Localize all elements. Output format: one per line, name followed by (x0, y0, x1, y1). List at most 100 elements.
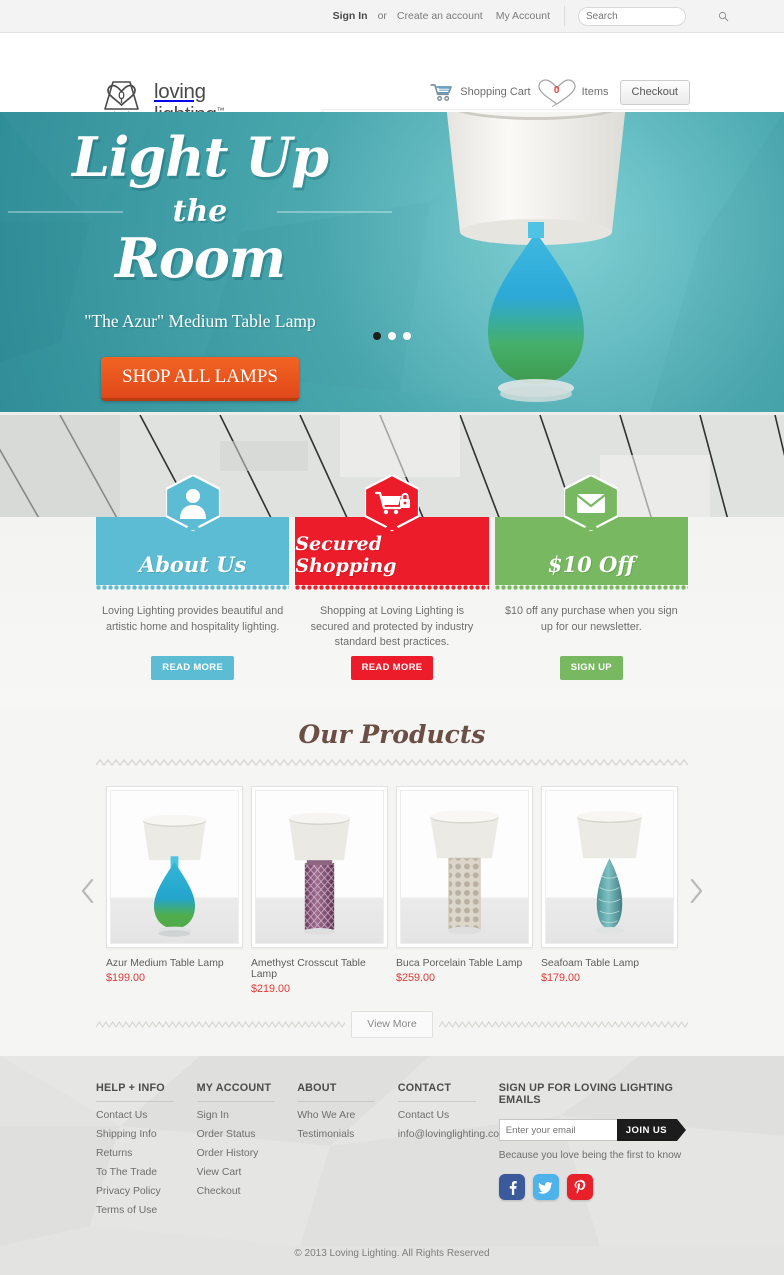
cart-count: 0 (553, 84, 560, 96)
product-image-frame (106, 786, 243, 948)
hero-headline-line-1: Light Up (71, 125, 329, 189)
search-icon[interactable] (718, 11, 729, 22)
checkout-button[interactable]: Checkout (619, 79, 690, 105)
footer-link-order-history[interactable]: Order History (197, 1148, 298, 1159)
footer-link-shipping-info[interactable]: Shipping Info (96, 1129, 197, 1140)
product-name: Azur Medium Table Lamp (106, 958, 224, 969)
product-carousel: Azur Medium Table Lamp $199.00 Amethyst … (0, 786, 784, 995)
feature-card-title: About Us (138, 552, 247, 577)
product-image-frame (396, 786, 533, 948)
products-title: Our Products (298, 720, 486, 749)
footer-column-contact: CONTACT Contact Us info@lovinglighting.c… (397, 1082, 508, 1216)
product-price: $179.00 (541, 972, 581, 984)
newsletter-heading: SIGN UP FOR LOVING LIGHTING EMAILS (498, 1082, 674, 1106)
social-links (498, 1174, 688, 1200)
newsletter-form: JOIN US (498, 1119, 688, 1141)
create-account-link[interactable]: Create an account (397, 10, 483, 22)
footer-heading: ABOUT (297, 1082, 376, 1102)
product-image-frame (541, 786, 678, 948)
feature-card-description: $10 off any purchase when you sign up fo… (504, 605, 678, 633)
carousel-dot-1[interactable] (373, 332, 381, 340)
product-card-azur[interactable]: Azur Medium Table Lamp $199.00 (106, 786, 243, 995)
product-card-amethyst[interactable]: Amethyst Crosscut Table Lamp $219.00 (251, 786, 388, 995)
product-price: $259.00 (396, 972, 436, 984)
carousel-dot-2[interactable] (388, 332, 396, 340)
facebook-icon[interactable] (498, 1174, 525, 1200)
carousel-dot-3[interactable] (403, 332, 411, 340)
feature-card-ten-dollars-off: $10 Off $10 off any purchase when you si… (494, 475, 688, 680)
twitter-icon[interactable] (532, 1174, 559, 1200)
view-more-button[interactable]: View More (351, 1011, 433, 1038)
footer-link-sign-in[interactable]: Sign In (197, 1110, 298, 1121)
footer-link-privacy-policy[interactable]: Privacy Policy (96, 1186, 197, 1197)
feature-card-title: Secured Shopping (295, 533, 397, 577)
feature-card-description: Shopping at Loving Lighting is secured a… (310, 605, 474, 649)
product-name: Seafoam Table Lamp (541, 958, 640, 969)
zigzag-divider-right (438, 1020, 689, 1029)
hero-headline-the-row: the (0, 189, 400, 233)
footer-link-view-cart[interactable]: View Cart (197, 1167, 298, 1178)
shopping-cart-icon[interactable] (430, 83, 453, 101)
product-image-frame (251, 786, 388, 948)
footer-link-email[interactable]: info@lovinglighting.com (398, 1129, 508, 1140)
zigzag-divider (95, 758, 689, 767)
person-icon (165, 475, 220, 532)
footer-column-my-account: MY ACCOUNT Sign In Order Status Order Hi… (196, 1082, 298, 1216)
view-more-row: View More (96, 1011, 689, 1038)
amethyst-lamp-image (289, 812, 350, 935)
product-price: $199.00 (106, 972, 146, 984)
hero-headline-line-2: Room (114, 226, 286, 291)
feature-card-secured-shopping: Secured Shopping Shopping at Loving Ligh… (295, 475, 489, 680)
footer-link-to-the-trade[interactable]: To The Trade (96, 1167, 197, 1178)
search-box[interactable] (578, 6, 729, 26)
product-name: Buca Porcelain Table Lamp (396, 958, 523, 969)
footer-column-about: ABOUT Who We Are Testimonials (297, 1082, 398, 1216)
search-input[interactable] (586, 10, 718, 22)
footer-link-contact-us[interactable]: Contact Us (96, 1110, 197, 1121)
site-footer: HELP + INFO Contact Us Shipping Info Ret… (0, 1056, 784, 1275)
cart-count-badge: 0 (536, 77, 578, 107)
hero-copy: Light Up the Room "The Azur" Medium Tabl… (0, 125, 400, 401)
secured-shopping-read-more-button[interactable]: READ MORE (350, 656, 434, 680)
newsletter-note: Because you love being the first to know (498, 1150, 682, 1161)
footer-link-checkout[interactable]: Checkout (197, 1186, 298, 1197)
footer-link-contact-us-2[interactable]: Contact Us (398, 1110, 499, 1121)
chevron-left-icon[interactable] (78, 877, 98, 905)
logo-line-1: loving (154, 80, 206, 104)
footer-column-help-info: HELP + INFO Contact Us Shipping Info Ret… (96, 1082, 197, 1216)
newsletter-sign-up-button[interactable]: SIGN UP (559, 656, 623, 680)
footer-link-order-status[interactable]: Order Status (197, 1129, 298, 1140)
feature-cards: About Us Loving Lighting provides beauti… (0, 475, 784, 680)
footer-link-terms-of-use[interactable]: Terms of Use (96, 1205, 197, 1216)
site-header: loving lighting™ Shopping Cart 0 Items C… (0, 33, 784, 140)
zigzag-divider-left (96, 1020, 346, 1029)
copyright-text: © 2013 Loving Lighting. All Rights Reser… (294, 1248, 490, 1259)
azur-lamp-image (143, 814, 206, 937)
feature-cards-section: About Us Loving Lighting provides beauti… (0, 475, 784, 706)
or-separator-text: or (377, 10, 387, 22)
newsletter-email-input[interactable] (498, 1119, 617, 1141)
join-us-button[interactable]: JOIN US (616, 1119, 687, 1141)
footer-heading: MY ACCOUNT (196, 1082, 275, 1102)
hero-subtitle: "The Azur" Medium Table Lamp (84, 310, 316, 331)
shop-all-lamps-button[interactable]: SHOP ALL LAMPS (101, 356, 299, 401)
feature-card-description: Loving Lighting provides beautiful and a… (102, 605, 284, 633)
sign-in-link[interactable]: Sign In (333, 10, 368, 22)
my-account-link[interactable]: My Account (496, 10, 550, 22)
chevron-right-icon[interactable] (686, 877, 706, 905)
feature-card-about-us: About Us Loving Lighting provides beauti… (96, 475, 290, 680)
footer-columns: HELP + INFO Contact Us Shipping Info Ret… (96, 1082, 688, 1216)
about-us-read-more-button[interactable]: READ MORE (151, 656, 235, 680)
products-section: Our Products Azur Medium Table Lamp $199… (0, 706, 784, 1056)
footer-newsletter: SIGN UP FOR LOVING LIGHTING EMAILS JOIN … (498, 1082, 688, 1216)
hero-headline-the: the (172, 193, 228, 229)
product-card-seafoam[interactable]: Seafoam Table Lamp $179.00 (541, 786, 678, 995)
divider (564, 6, 565, 26)
hero-banner: Light Up the Room "The Azur" Medium Tabl… (0, 112, 784, 412)
footer-link-testimonials[interactable]: Testimonials (297, 1129, 398, 1140)
pinterest-icon[interactable] (566, 1174, 593, 1200)
product-price: $219.00 (251, 983, 291, 995)
product-card-buca[interactable]: Buca Porcelain Table Lamp $259.00 (396, 786, 533, 995)
footer-link-returns[interactable]: Returns (96, 1148, 197, 1159)
footer-link-who-we-are[interactable]: Who We Are (297, 1110, 398, 1121)
